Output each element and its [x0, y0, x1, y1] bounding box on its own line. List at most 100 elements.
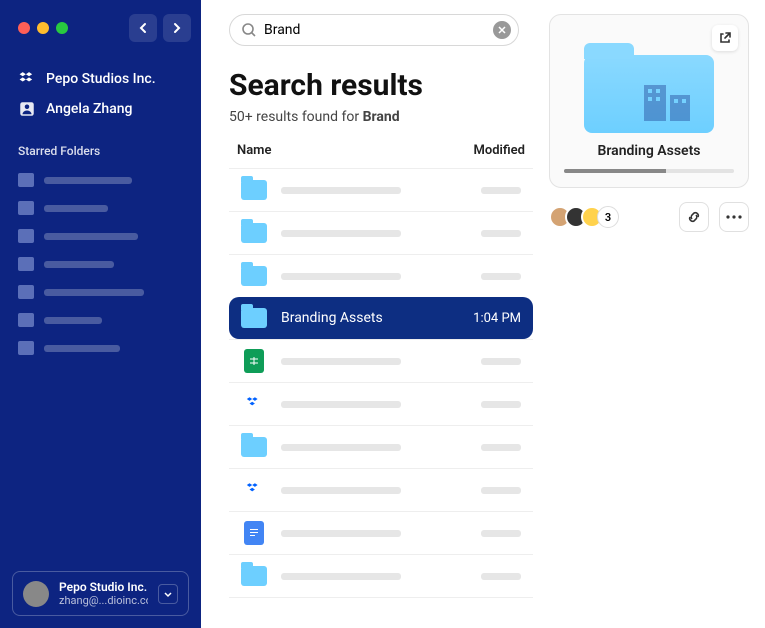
company-row[interactable]: Pepo Studios Inc.	[18, 64, 183, 94]
account-email: zhang@...dioinc.com	[59, 594, 148, 607]
starred-item[interactable]	[18, 334, 183, 362]
starred-item[interactable]	[18, 306, 183, 334]
placeholder	[281, 444, 401, 451]
placeholder	[44, 177, 132, 184]
folder-thumbnail	[584, 43, 714, 133]
placeholder	[481, 273, 521, 280]
document-icon	[244, 521, 264, 545]
share-bar: 3	[549, 202, 749, 232]
maximize-window[interactable]	[56, 22, 68, 34]
placeholder	[481, 358, 521, 365]
folder-icon	[241, 266, 267, 286]
avatar-overflow: 3	[597, 206, 619, 228]
placeholder	[281, 187, 401, 194]
dropbox-file-icon	[244, 392, 264, 416]
result-modified: 1:04 PM	[473, 311, 521, 326]
minimize-window[interactable]	[37, 22, 49, 34]
table-header: Name Modified	[229, 143, 533, 168]
chevron-left-icon	[137, 22, 149, 34]
result-row[interactable]	[229, 168, 533, 211]
folder-icon	[18, 313, 34, 327]
placeholder	[481, 401, 521, 408]
forward-button[interactable]	[163, 14, 191, 42]
col-name[interactable]: Name	[237, 143, 445, 158]
open-external-button[interactable]	[712, 25, 738, 51]
result-row[interactable]	[229, 382, 533, 425]
starred-item[interactable]	[18, 166, 183, 194]
results-count: 50+ results found for Brand	[229, 109, 533, 125]
preview-title: Branding Assets	[564, 143, 734, 159]
starred-list	[0, 166, 201, 362]
dropbox-icon	[18, 70, 36, 88]
result-row[interactable]	[229, 339, 533, 382]
results-list: Branding Assets 1:04 PM	[229, 168, 533, 598]
user-row[interactable]: Angela Zhang	[18, 94, 183, 124]
starred-item[interactable]	[18, 222, 183, 250]
folder-icon	[241, 180, 267, 200]
external-link-icon	[718, 31, 732, 45]
building-icon	[640, 77, 696, 121]
clear-search-button[interactable]	[493, 21, 511, 39]
storage-bar	[564, 169, 734, 173]
placeholder	[481, 444, 521, 451]
search-input[interactable]	[229, 14, 519, 46]
starred-label: Starred Folders	[0, 130, 201, 166]
sidebar: Pepo Studios Inc. Angela Zhang Starred F…	[0, 0, 201, 628]
col-modified[interactable]: Modified	[445, 143, 525, 158]
placeholder	[281, 573, 401, 580]
search-bar	[229, 14, 519, 46]
folder-icon	[18, 285, 34, 299]
placeholder	[281, 358, 401, 365]
starred-item[interactable]	[18, 250, 183, 278]
chevron-right-icon	[171, 22, 183, 34]
folder-icon	[18, 201, 34, 215]
page-title: Search results	[229, 68, 533, 103]
placeholder	[281, 530, 401, 537]
folder-icon	[18, 173, 34, 187]
back-button[interactable]	[129, 14, 157, 42]
shared-avatars[interactable]: 3	[549, 206, 619, 228]
result-row[interactable]	[229, 554, 533, 598]
spreadsheet-icon	[244, 349, 264, 373]
folder-icon	[18, 257, 34, 271]
copy-link-button[interactable]	[679, 202, 709, 232]
placeholder	[481, 530, 521, 537]
placeholder	[44, 205, 108, 212]
placeholder	[44, 317, 102, 324]
placeholder	[44, 289, 144, 296]
placeholder	[44, 261, 114, 268]
more-button[interactable]	[719, 202, 749, 232]
result-row[interactable]	[229, 468, 533, 511]
account-switcher[interactable]: Pepo Studio Inc. zhang@...dioinc.com	[12, 571, 189, 616]
result-row[interactable]	[229, 254, 533, 297]
starred-item[interactable]	[18, 278, 183, 306]
folder-icon	[241, 308, 267, 328]
folder-icon	[241, 437, 267, 457]
result-row[interactable]	[229, 211, 533, 254]
close-icon	[498, 26, 506, 34]
result-row[interactable]	[229, 511, 533, 554]
folder-icon	[18, 341, 34, 355]
placeholder	[281, 230, 401, 237]
preview-card: Branding Assets	[549, 14, 749, 188]
placeholder	[481, 187, 521, 194]
main: Search results 50+ results found for Bra…	[201, 0, 765, 628]
placeholder	[481, 487, 521, 494]
ellipsis-icon	[726, 215, 742, 219]
result-row[interactable]	[229, 425, 533, 468]
placeholder	[481, 573, 521, 580]
close-window[interactable]	[18, 22, 30, 34]
folder-icon	[241, 223, 267, 243]
account-name: Pepo Studio Inc.	[59, 580, 148, 594]
folder-icon	[18, 229, 34, 243]
result-name: Branding Assets	[281, 310, 383, 326]
company-name: Pepo Studios Inc.	[46, 71, 156, 87]
user-icon	[18, 100, 36, 118]
folder-icon	[241, 566, 267, 586]
preview-panel: Branding Assets 3	[549, 14, 749, 628]
search-icon	[241, 22, 257, 38]
avatar	[23, 581, 49, 607]
result-row[interactable]: Branding Assets 1:04 PM	[229, 297, 533, 339]
placeholder	[281, 401, 401, 408]
starred-item[interactable]	[18, 194, 183, 222]
